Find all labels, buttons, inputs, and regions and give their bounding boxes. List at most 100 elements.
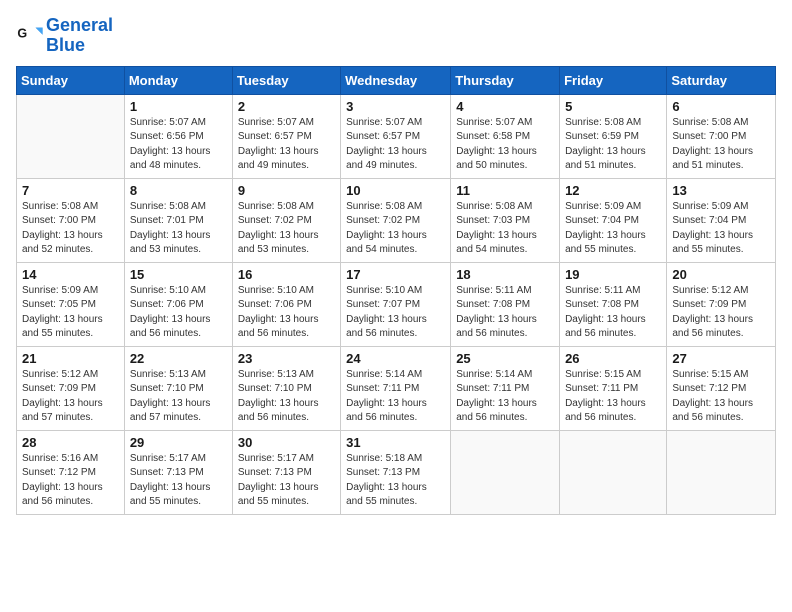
day-number: 5 xyxy=(565,99,661,114)
day-number: 24 xyxy=(346,351,445,366)
calendar-cell: 30Sunrise: 5:17 AMSunset: 7:13 PMDayligh… xyxy=(232,430,340,514)
logo-blue: Blue xyxy=(46,35,85,55)
week-row-0: 1Sunrise: 5:07 AMSunset: 6:56 PMDaylight… xyxy=(17,94,776,178)
day-info: Sunrise: 5:07 AMSunset: 6:58 PMDaylight:… xyxy=(456,116,554,174)
calendar-cell: 6 Sunrise: 5:08 AMSunset: 7:00 PMDaylight… xyxy=(667,94,776,178)
day-number: 15 xyxy=(130,267,227,282)
calendar-cell: 16Sunrise: 5:10 AMSunset: 7:06 PMDayligh… xyxy=(232,262,340,346)
day-number: 6 xyxy=(672,99,770,114)
day-number: 9 xyxy=(238,183,335,198)
day-number: 3 xyxy=(346,99,445,114)
day-number: 22 xyxy=(130,351,227,366)
day-number: 25 xyxy=(456,351,554,366)
calendar-cell: 31 Sunrise: 5:18 AMSunset: 7:13 PMDayligh… xyxy=(341,430,451,514)
days-header-row: SundayMondayTuesdayWednesdayThursdayFrid… xyxy=(17,66,776,94)
day-header-saturday: Saturday xyxy=(667,66,776,94)
calendar-cell: 22 Sunrise: 5:13 AMSunset: 7:10 PMDayligh… xyxy=(124,346,232,430)
calendar-cell: 2 Sunrise: 5:07 AMSunset: 6:57 PMDaylight… xyxy=(232,94,340,178)
day-number: 26 xyxy=(565,351,661,366)
day-number: 10 xyxy=(346,183,445,198)
calendar-cell: 23 Sunrise: 5:13 AMSunset: 7:10 PMDayligh… xyxy=(232,346,340,430)
day-header-thursday: Thursday xyxy=(451,66,560,94)
calendar-cell xyxy=(667,430,776,514)
day-number: 27 xyxy=(672,351,770,366)
logo: G General Blue xyxy=(16,16,113,56)
calendar-cell: 10 Sunrise: 5:08 AMSunset: 7:02 PMDayligh… xyxy=(341,178,451,262)
calendar-cell: 27 Sunrise: 5:15 AMSunset: 7:12 PMDayligh… xyxy=(667,346,776,430)
day-number: 18 xyxy=(456,267,554,282)
calendar-cell: 3 Sunrise: 5:07 AMSunset: 6:57 PMDaylight… xyxy=(341,94,451,178)
day-info: Sunrise: 5:09 AMSunset: 7:04 PMDaylight:… xyxy=(672,200,770,258)
calendar-cell: 15 Sunrise: 5:10 AMSunset: 7:06 PMDayligh… xyxy=(124,262,232,346)
logo-general: General xyxy=(46,15,113,35)
day-info: Sunrise: 5:18 AMSunset: 7:13 PMDaylight:… xyxy=(346,452,445,510)
day-info: Sunrise: 5:09 AMSunset: 7:05 PMDaylight:… xyxy=(22,284,119,342)
calendar-cell: 20 Sunrise: 5:12 AMSunset: 7:09 PMDayligh… xyxy=(667,262,776,346)
day-number: 23 xyxy=(238,351,335,366)
calendar-cell: 26 Sunrise: 5:15 AMSunset: 7:11 PMDayligh… xyxy=(560,346,667,430)
calendar-cell: 18 Sunrise: 5:11 AMSunset: 7:08 PMDayligh… xyxy=(451,262,560,346)
day-info: Sunrise: 5:07 AMSunset: 6:57 PMDaylight:… xyxy=(346,116,445,174)
day-info: Sunrise: 5:12 AMSunset: 7:09 PMDaylight:… xyxy=(672,284,770,342)
day-number: 2 xyxy=(238,99,335,114)
day-info: Sunrise: 5:15 AMSunset: 7:12 PMDaylight:… xyxy=(672,368,770,426)
calendar-cell: 19 Sunrise: 5:11 AMSunset: 7:08 PMDayligh… xyxy=(560,262,667,346)
day-info: Sunrise: 5:17 AMSunset: 7:13 PMDaylight:… xyxy=(130,452,227,510)
calendar-cell: 12 Sunrise: 5:09 AMSunset: 7:04 PMDayligh… xyxy=(560,178,667,262)
day-info: Sunrise: 5:11 AMSunset: 7:08 PMDaylight:… xyxy=(456,284,554,342)
day-number: 29 xyxy=(130,435,227,450)
day-info: Sunrise: 5:08 AMSunset: 7:02 PMDaylight:… xyxy=(346,200,445,258)
day-number: 16 xyxy=(238,267,335,282)
svg-text:G: G xyxy=(17,26,27,40)
day-info: Sunrise: 5:09 AMSunset: 7:04 PMDaylight:… xyxy=(565,200,661,258)
calendar-cell: 29 Sunrise: 5:17 AMSunset: 7:13 PMDayligh… xyxy=(124,430,232,514)
day-info: Sunrise: 5:07 AMSunset: 6:56 PMDaylight:… xyxy=(130,116,227,174)
day-info: Sunrise: 5:08 AMSunset: 7:01 PMDaylight:… xyxy=(130,200,227,258)
day-number: 12 xyxy=(565,183,661,198)
week-row-4: 28 Sunrise: 5:16 AMSunset: 7:12 PMDayligh… xyxy=(17,430,776,514)
day-info: Sunrise: 5:11 AMSunset: 7:08 PMDaylight:… xyxy=(565,284,661,342)
calendar-cell: 11 Sunrise: 5:08 AMSunset: 7:03 PMDayligh… xyxy=(451,178,560,262)
day-info: Sunrise: 5:07 AMSunset: 6:57 PMDaylight:… xyxy=(238,116,335,174)
day-number: 19 xyxy=(565,267,661,282)
calendar-cell: 8 Sunrise: 5:08 AMSunset: 7:01 PMDaylight… xyxy=(124,178,232,262)
day-info: Sunrise: 5:08 AMSunset: 7:00 PMDaylight:… xyxy=(672,116,770,174)
day-info: Sunrise: 5:13 AMSunset: 7:10 PMDaylight:… xyxy=(130,368,227,426)
day-header-sunday: Sunday xyxy=(17,66,125,94)
day-info: Sunrise: 5:13 AMSunset: 7:10 PMDaylight:… xyxy=(238,368,335,426)
calendar-body: 1Sunrise: 5:07 AMSunset: 6:56 PMDaylight… xyxy=(17,94,776,514)
day-info: Sunrise: 5:10 AMSunset: 7:07 PMDaylight:… xyxy=(346,284,445,342)
day-number: 30 xyxy=(238,435,335,450)
day-info: Sunrise: 5:08 AMSunset: 7:00 PMDaylight:… xyxy=(22,200,119,258)
calendar-cell: 14 Sunrise: 5:09 AMSunset: 7:05 PMDayligh… xyxy=(17,262,125,346)
day-number: 21 xyxy=(22,351,119,366)
day-number: 11 xyxy=(456,183,554,198)
week-row-1: 7Sunrise: 5:08 AMSunset: 7:00 PMDaylight… xyxy=(17,178,776,262)
day-info: Sunrise: 5:08 AMSunset: 7:02 PMDaylight:… xyxy=(238,200,335,258)
day-info: Sunrise: 5:16 AMSunset: 7:12 PMDaylight:… xyxy=(22,452,119,510)
day-number: 4 xyxy=(456,99,554,114)
day-number: 14 xyxy=(22,267,119,282)
calendar-cell: 21 Sunrise: 5:12 AMSunset: 7:09 PMDayligh… xyxy=(17,346,125,430)
day-info: Sunrise: 5:12 AMSunset: 7:09 PMDaylight:… xyxy=(22,368,119,426)
day-header-tuesday: Tuesday xyxy=(232,66,340,94)
calendar-cell: 25Sunrise: 5:14 AMSunset: 7:11 PMDayligh… xyxy=(451,346,560,430)
day-header-friday: Friday xyxy=(560,66,667,94)
calendar-cell xyxy=(451,430,560,514)
logo-icon: G xyxy=(16,22,44,50)
calendar-cell: 5 Sunrise: 5:08 AMSunset: 6:59 PMDaylight… xyxy=(560,94,667,178)
day-number: 8 xyxy=(130,183,227,198)
day-number: 31 xyxy=(346,435,445,450)
day-info: Sunrise: 5:08 AMSunset: 6:59 PMDaylight:… xyxy=(565,116,661,174)
calendar-cell xyxy=(17,94,125,178)
calendar-cell xyxy=(560,430,667,514)
day-header-monday: Monday xyxy=(124,66,232,94)
day-info: Sunrise: 5:08 AMSunset: 7:03 PMDaylight:… xyxy=(456,200,554,258)
day-number: 20 xyxy=(672,267,770,282)
day-number: 28 xyxy=(22,435,119,450)
calendar-cell: 1Sunrise: 5:07 AMSunset: 6:56 PMDaylight… xyxy=(124,94,232,178)
day-info: Sunrise: 5:15 AMSunset: 7:11 PMDaylight:… xyxy=(565,368,661,426)
calendar-cell: 7Sunrise: 5:08 AMSunset: 7:00 PMDaylight… xyxy=(17,178,125,262)
day-info: Sunrise: 5:10 AMSunset: 7:06 PMDaylight:… xyxy=(130,284,227,342)
calendar-cell: 28 Sunrise: 5:16 AMSunset: 7:12 PMDayligh… xyxy=(17,430,125,514)
